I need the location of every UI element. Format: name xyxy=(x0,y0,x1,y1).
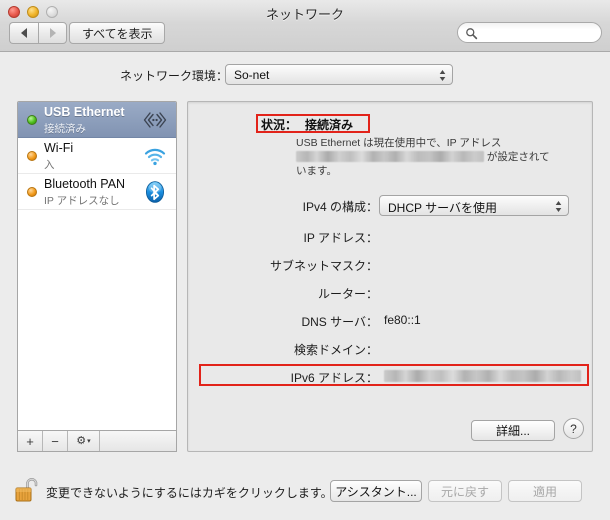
service-name: Bluetooth PAN xyxy=(44,177,126,191)
location-value: So-net xyxy=(234,68,270,82)
window-title: ネットワーク xyxy=(265,7,344,22)
field-label: DNS サーバ： xyxy=(301,315,378,329)
field-value: fe80::1 xyxy=(384,313,421,327)
service-list-item-wi-fi[interactable]: Wi-Fi 入 xyxy=(18,138,176,174)
field-row-ipv4-configure: IPv4 の構成： DHCP サーバを使用 xyxy=(188,195,594,216)
advanced-button[interactable]: 詳細... xyxy=(471,420,555,441)
service-status: 入 xyxy=(44,159,55,171)
back-button[interactable] xyxy=(9,22,38,44)
lock-hint-text: 変更できないようにするにはカギをクリックします。 xyxy=(46,486,333,500)
gear-icon: ⚙ xyxy=(76,434,87,447)
forward-button[interactable] xyxy=(38,22,67,44)
bluetooth-icon xyxy=(145,181,165,203)
service-actions-gear-button[interactable]: ⚙ ▾ xyxy=(68,431,100,451)
field-row-search-domains: 検索ドメイン： xyxy=(188,338,594,358)
ipv4-configure-value: DHCP サーバを使用 xyxy=(388,201,497,215)
up-down-arrows-icon xyxy=(555,201,562,212)
triangle-right-icon xyxy=(49,28,56,38)
location-popup-button[interactable]: So-net xyxy=(225,64,453,85)
show-all-button[interactable]: すべてを表示 xyxy=(69,22,166,44)
field-label: IPv6 アドレス： xyxy=(290,371,378,385)
status-row: 状況： 接続済み xyxy=(188,114,594,134)
triangle-left-icon xyxy=(21,28,27,38)
help-button[interactable]: ? xyxy=(563,418,584,439)
field-label: ルーター： xyxy=(317,287,378,301)
field-row-dns-server: DNS サーバ： fe80::1 xyxy=(188,310,594,330)
field-label: 検索ドメイン： xyxy=(293,343,378,357)
assistant-button[interactable]: アシスタント... xyxy=(330,480,422,502)
status-dot-orange xyxy=(27,151,37,161)
chevron-down-icon: ▾ xyxy=(87,437,91,445)
field-row-router: ルーター： xyxy=(188,282,594,302)
network-preferences-window: ネットワーク すべてを表示 ネットワーク環境： So-net USB Ether… xyxy=(0,0,610,520)
search-icon xyxy=(466,28,478,40)
unlocked-padlock-icon[interactable] xyxy=(14,474,40,504)
remove-service-button[interactable]: − xyxy=(43,431,68,451)
service-status: IP アドレスなし xyxy=(44,195,120,207)
field-label: サブネットマスク： xyxy=(269,259,378,273)
window-titlebar: ネットワーク すべてを表示 xyxy=(0,0,610,52)
search-input[interactable] xyxy=(481,25,599,43)
location-label: ネットワーク環境： xyxy=(119,69,228,83)
status-dot-green xyxy=(27,115,37,125)
service-status: 接続済み xyxy=(44,123,86,135)
status-description: USB Ethernet は現在使用中で、IP アドレス が設定されて います。 xyxy=(296,136,586,178)
field-label: IP アドレス： xyxy=(303,231,378,245)
service-name: USB Ethernet xyxy=(44,105,125,119)
apply-button[interactable]: 適用 xyxy=(508,480,582,502)
service-list-item-bluetooth-pan[interactable]: Bluetooth PAN IP アドレスなし xyxy=(18,174,176,210)
service-detail-panel: 状況： 接続済み USB Ethernet は現在使用中で、IP アドレス が設… xyxy=(187,101,593,452)
up-down-arrows-icon xyxy=(439,70,446,81)
field-row-subnet-mask: サブネットマスク： xyxy=(188,254,594,274)
status-dot-orange xyxy=(27,187,37,197)
add-service-button[interactable]: + xyxy=(18,431,43,451)
service-name: Wi-Fi xyxy=(44,141,74,155)
status-description-line2: が設定されて xyxy=(486,151,550,163)
service-list-toolbar: + − ⚙ ▾ xyxy=(17,431,177,452)
service-list-item-usb-ethernet[interactable]: USB Ethernet 接続済み xyxy=(18,102,176,138)
ipv4-configure-popup-button[interactable]: DHCP サーバを使用 xyxy=(379,195,569,216)
ethernet-icon xyxy=(143,112,167,128)
field-row-ipv6-address: IPv6 アドレス： xyxy=(188,364,594,386)
service-list[interactable]: USB Ethernet 接続済み Wi-Fi 入 Bluetooth PAN … xyxy=(17,101,177,431)
status-description-line3: います。 xyxy=(296,165,337,177)
search-field[interactable] xyxy=(457,22,602,43)
navigation-segmented-control xyxy=(9,22,67,44)
revert-button[interactable]: 元に戻す xyxy=(428,480,502,502)
status-label: 状況： xyxy=(261,118,298,132)
status-description-line1: USB Ethernet は現在使用中で、IP アドレス xyxy=(296,137,502,149)
redacted-ipv6-address xyxy=(384,370,581,382)
status-value: 接続済み xyxy=(305,118,354,132)
redacted-ip-address xyxy=(296,151,484,162)
field-label: IPv4 の構成： xyxy=(302,200,378,214)
wifi-icon xyxy=(144,148,166,166)
field-row-ip-address: IP アドレス： xyxy=(188,226,594,246)
location-row: ネットワーク環境： So-net xyxy=(0,62,610,92)
